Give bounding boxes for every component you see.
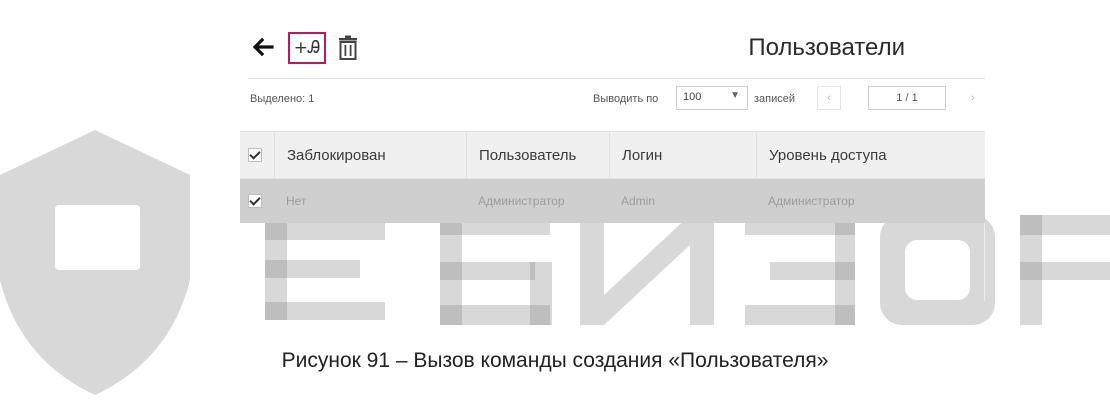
back-button[interactable]: [250, 34, 276, 60]
selected-count: Выделено: 1: [250, 93, 315, 105]
per-page-label: Выводить по: [593, 93, 659, 105]
statusbar: Выделено: 1 Выводить по 100 ▼ записей ‹ …: [240, 79, 985, 121]
column-header-blocked[interactable]: Заблокирован: [274, 132, 466, 178]
chevron-right-icon: ›: [971, 92, 975, 104]
page-indicator: 1 / 1: [868, 86, 946, 110]
figure-caption: Рисунок 91 – Вызов команды создания «Пол…: [281, 349, 829, 372]
add-user-button[interactable]: +Ꭿ: [288, 32, 326, 64]
select-all-cell: [240, 132, 274, 178]
page-title: Пользователи: [748, 34, 905, 61]
select-all-checkbox[interactable]: [248, 148, 262, 162]
prev-page-button[interactable]: ‹: [817, 86, 841, 110]
table-header: Заблокирован Пользователь Логин Уровень …: [240, 131, 985, 179]
per-page-value: 100: [683, 91, 702, 103]
row-select-cell: [240, 179, 274, 223]
cell-login: Admin: [621, 194, 656, 208]
cell-blocked: Нет: [286, 194, 307, 208]
users-window: +Ꭿ Пользователи Выделено: 1 Выводить по …: [240, 22, 985, 322]
next-page-button[interactable]: ›: [964, 86, 982, 110]
users-table: Заблокирован Пользователь Логин Уровень …: [240, 131, 985, 301]
chevron-left-icon: ‹: [827, 92, 831, 104]
table-empty-area: [240, 223, 985, 301]
row-checkbox[interactable]: [248, 194, 262, 208]
toolbar: +Ꭿ Пользователи: [240, 22, 985, 74]
arrow-left-icon: [252, 37, 274, 57]
trash-icon: [339, 35, 357, 60]
column-header-login[interactable]: Логин: [609, 132, 756, 178]
column-header-access[interactable]: Уровень доступа: [756, 132, 985, 178]
table-row[interactable]: Нет Администратор Admin Администратор: [240, 179, 985, 223]
per-page-select[interactable]: 100 ▼: [676, 86, 748, 110]
column-header-user[interactable]: Пользователь: [466, 132, 609, 178]
cell-access: Администратор: [768, 194, 855, 208]
add-user-icon: +Ꭿ: [293, 38, 321, 58]
cell-user: Администратор: [478, 194, 565, 208]
delete-button[interactable]: [337, 35, 359, 61]
records-label: записей: [754, 93, 796, 105]
chevron-down-icon: ▼: [730, 90, 740, 101]
